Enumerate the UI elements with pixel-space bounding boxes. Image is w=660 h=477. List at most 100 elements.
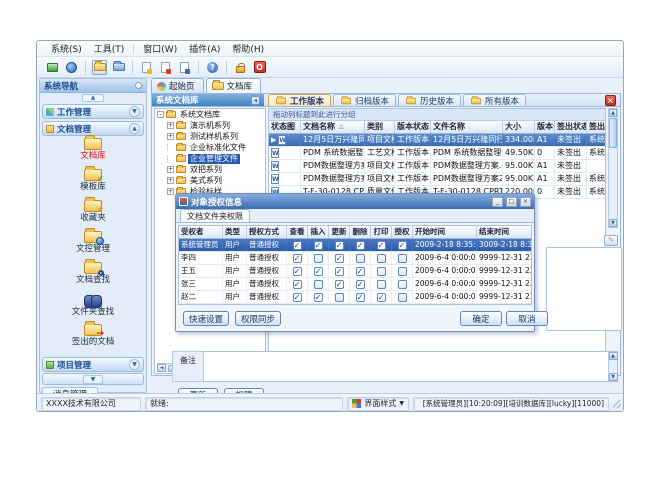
help-icon[interactable]: ? [205,60,220,75]
checkbox-unchecked-icon[interactable] [398,267,407,276]
checkbox-unchecked-icon[interactable] [314,254,323,263]
sidebar-item-5[interactable]: 文档查找 [42,262,144,290]
permission-column-header-7[interactable]: 删除 [350,226,371,238]
connect-icon[interactable] [45,60,60,75]
lock-icon[interactable] [233,60,248,75]
tab-start-page[interactable]: 起始页 [151,78,204,93]
scroll-thumb[interactable] [609,118,617,148]
menu-item[interactable]: 窗口(W) [137,41,183,56]
chevron-down-icon[interactable]: ▼ [129,106,140,117]
sidebar-section-project[interactable]: 项目管理 ▼ [42,357,144,372]
column-header-9[interactable]: 签出用户 [587,121,606,133]
exit-icon[interactable]: O [252,60,267,75]
checkbox-unchecked-icon[interactable] [398,280,407,289]
permission-column-header-1[interactable]: 受权者 [179,226,223,238]
tree-node-4[interactable]: 企业标准化文件 [155,142,265,153]
column-header-2[interactable]: 文档名称△ [301,121,365,133]
checkbox-unchecked-icon[interactable] [377,254,386,263]
permission-column-header-3[interactable]: 授权方式 [247,226,287,238]
sidebar-item-4[interactable]: 文控管理 [42,231,144,259]
open-folder-icon[interactable] [92,60,107,75]
permission-row[interactable]: 系统管理员用户普通授权✓✓✓✓✓✓2009-2-18 8:35:573009-2… [179,239,531,252]
cancel-button[interactable]: 取消 [506,311,548,326]
scroll-up-icon[interactable]: ▲ [609,352,618,360]
pin-icon[interactable] [135,82,142,89]
permission-row[interactable]: 张三用户普通授权✓✓✓2009-6-4 0:00:009999-12-31 23… [179,278,531,291]
permission-column-header-6[interactable]: 更新 [329,226,350,238]
menu-item[interactable]: 帮助(H) [226,41,270,56]
table-row[interactable]: WPDM 系统数据整理检…工艺文档工作版本PDM 系统数据整理…49.50KB0… [269,147,605,160]
mail-doc-icon[interactable] [139,60,154,75]
checkbox-checked-icon[interactable]: ✓ [293,280,302,289]
checkbox-checked-icon[interactable]: ✓ [293,267,302,276]
expand-icon[interactable]: + [167,166,174,173]
tree-node-7[interactable]: +美式系列 [155,175,265,186]
tab-doc-library[interactable]: 文档库 [206,78,262,93]
scroll-up-icon[interactable]: ▲ [609,109,617,117]
checkbox-checked-icon[interactable]: ✓ [314,293,323,302]
permission-column-header-5[interactable]: 插入 [308,226,329,238]
sidebar-section-work[interactable]: 工作管理 ▼ [42,104,144,119]
sidebar-item-6[interactable]: 文件夹查找 [42,293,144,321]
mail-alert-icon[interactable] [158,60,173,75]
tree-node-2[interactable]: +演示机系列 [155,120,265,131]
scroll-down-icon[interactable]: ▼ [609,219,617,227]
menu-item[interactable]: 系统(S) [45,41,88,56]
checkbox-checked-icon[interactable]: ✓ [398,241,407,250]
permission-column-header-4[interactable]: 查看 [287,226,308,238]
permission-column-header-8[interactable]: 打印 [371,226,392,238]
folder-icon[interactable] [111,60,126,75]
expand-icon[interactable]: + [167,177,174,184]
permission-row[interactable]: 赵二用户普通授权✓✓✓✓2009-6-4 0:00:009999-12-31 2… [179,291,531,304]
mail-user-icon[interactable] [177,60,192,75]
checkbox-checked-icon[interactable]: ✓ [377,241,386,250]
permission-column-header-9[interactable]: 授权 [392,226,413,238]
resize-grip[interactable] [613,400,621,408]
checkbox-checked-icon[interactable]: ✓ [335,241,344,250]
checkbox-checked-icon[interactable]: ✓ [293,241,302,250]
note-scrollbar[interactable]: ▲ ▼ [608,352,617,381]
chevron-down-icon[interactable]: ▼ [129,359,140,370]
tree-panel-button[interactable]: ◂ [251,96,260,105]
column-header-6[interactable]: 大小 [503,121,535,133]
checkbox-checked-icon[interactable]: ✓ [293,254,302,263]
close-icon[interactable]: × [520,197,531,207]
note-textarea[interactable]: ▲ ▼ [204,351,618,382]
checkbox-unchecked-icon[interactable] [377,280,386,289]
column-header-5[interactable]: 文件名称 [431,121,503,133]
scroll-up-strip[interactable]: ▲ [40,93,146,103]
permission-column-header-10[interactable]: 开始时间 [413,226,477,238]
maximize-icon[interactable]: □ [506,197,517,207]
chevron-up-icon[interactable]: ▲ [129,123,140,134]
column-header-8[interactable]: 签出状态 [555,121,587,133]
column-header-3[interactable]: 类别 [365,121,395,133]
checkbox-unchecked-icon[interactable] [314,280,323,289]
table-vertical-scrollbar[interactable]: ▲ ▼ [608,108,618,228]
sidebar-item-1[interactable]: 文档库 [42,138,144,166]
checkbox-checked-icon[interactable]: ✓ [293,293,302,302]
permission-column-header-2[interactable]: 类型 [223,226,247,238]
column-header-4[interactable]: 版本状态 [395,121,431,133]
globe-icon[interactable] [64,60,79,75]
tree-node-1[interactable]: -系统文档库 [155,109,265,120]
table-row[interactable]: WPDM数据整理方案.doc项目文档工作版本PDM数据整理方案.doc95.00… [269,160,605,173]
checkbox-checked-icon[interactable]: ✓ [335,267,344,276]
expand-icon[interactable]: + [167,188,174,195]
menu-item[interactable]: 工具(T) [88,41,131,56]
tree-node-6[interactable]: +双把系列 [155,164,265,175]
version-tab-2[interactable]: 归档版本 [333,94,396,107]
version-tab-3[interactable]: 历史版本 [398,94,461,107]
detail-list-box[interactable] [546,247,622,331]
quick-setup-button[interactable]: 快速设置 [183,311,229,326]
checkbox-unchecked-icon[interactable] [377,267,386,276]
checkbox-unchecked-icon[interactable] [335,293,344,302]
column-header-1[interactable]: 状态图 [269,121,301,133]
table-row[interactable]: ▶W12月5日万兴隆同行…项目文档工作版本12月5日万兴隆同行…334.00KB… [269,134,605,147]
tree-node-3[interactable]: +测试样机系列 [155,131,265,142]
checkbox-checked-icon[interactable]: ✓ [356,280,365,289]
checkbox-checked-icon[interactable]: ✓ [314,241,323,250]
checkbox-checked-icon[interactable]: ✓ [314,267,323,276]
expand-icon[interactable]: + [167,133,174,140]
scroll-left-icon[interactable]: ◄ [157,364,166,372]
dialog-titlebar[interactable]: 对象授权信息 _ □ × [176,194,534,209]
